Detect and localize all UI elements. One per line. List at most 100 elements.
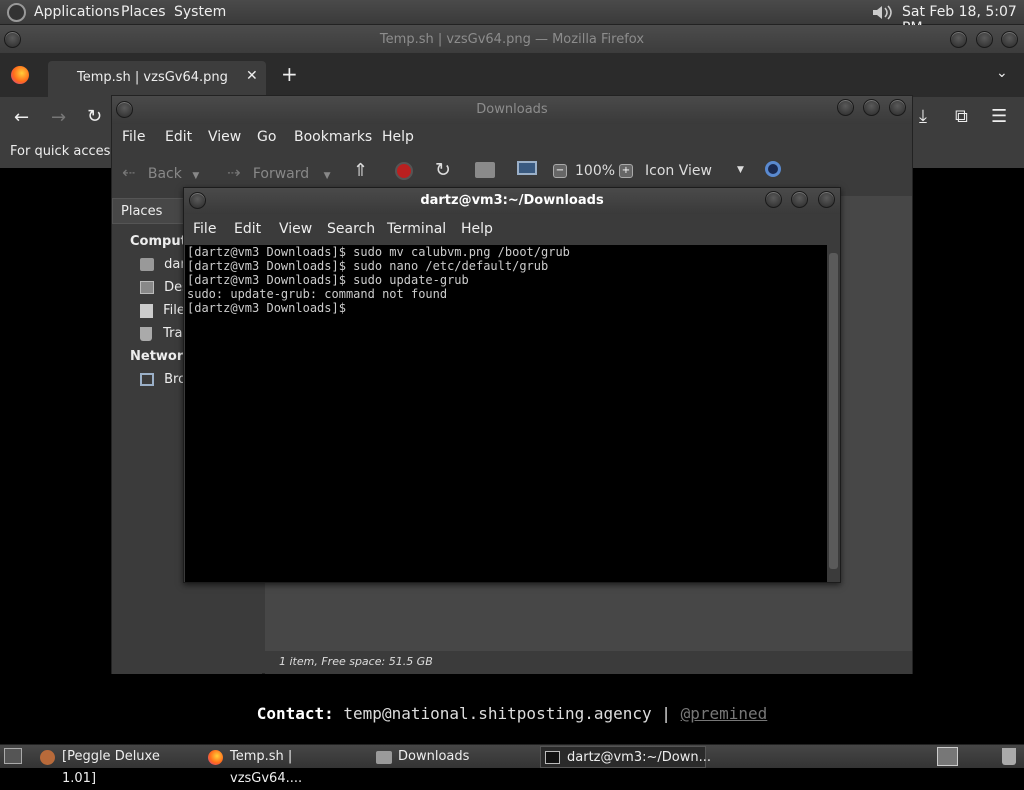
sidebar-item-label: Tra bbox=[163, 326, 183, 341]
window-menu-button[interactable] bbox=[189, 192, 206, 209]
taskbar-item-downloads[interactable]: Downloads bbox=[376, 746, 532, 768]
minimize-button[interactable] bbox=[950, 31, 967, 48]
terminal-output[interactable]: [dartz@vm3 Downloads]$ sudo mv calubvm.p… bbox=[185, 245, 827, 582]
taskbar-item-firefox[interactable]: Temp.sh | vzsGv64.... bbox=[208, 746, 366, 786]
firefox-tab-strip: Temp.sh | vzsGv64.png ✕ + ⌄ bbox=[0, 53, 1024, 97]
view-mode-select[interactable]: Icon View ▼ bbox=[645, 163, 749, 179]
minimize-button[interactable] bbox=[765, 191, 782, 208]
forward-arrow-icon[interactable]: → bbox=[51, 107, 66, 128]
sidebar-item-trash[interactable]: Tra bbox=[140, 326, 182, 341]
sidebar-item-home[interactable]: dar bbox=[140, 257, 186, 272]
terminal-window: dartz@vm3:~/Downloads File Edit View Sea… bbox=[183, 187, 841, 583]
sidebar-section-computer: Comput bbox=[130, 234, 187, 249]
reload-icon[interactable]: ↻ bbox=[435, 159, 451, 181]
menu-view[interactable]: View bbox=[279, 221, 312, 237]
maximize-button[interactable] bbox=[791, 191, 808, 208]
list-all-tabs-icon[interactable]: ⌄ bbox=[996, 65, 1008, 81]
back-button[interactable]: ⇠ Back ▼ bbox=[122, 163, 199, 182]
new-tab-button[interactable]: + bbox=[281, 62, 298, 86]
menu-help[interactable]: Help bbox=[461, 221, 493, 237]
menu-bookmarks[interactable]: Bookmarks bbox=[294, 129, 372, 145]
window-menu-button[interactable] bbox=[116, 101, 133, 118]
menu-view[interactable]: View bbox=[208, 129, 241, 145]
zoom-out-icon[interactable]: − bbox=[553, 164, 567, 178]
search-icon[interactable] bbox=[765, 161, 781, 177]
chevron-down-icon: ▼ bbox=[737, 165, 744, 175]
desktop-icon bbox=[140, 281, 154, 294]
menu-go[interactable]: Go bbox=[257, 129, 276, 145]
sidebar-item-browse-network[interactable]: Bro bbox=[140, 372, 186, 387]
sidebar-item-desktop[interactable]: Des bbox=[140, 280, 189, 295]
tab-close-icon[interactable]: ✕ bbox=[246, 68, 258, 84]
volume-icon[interactable] bbox=[871, 3, 893, 22]
terminal-scrollbar[interactable] bbox=[827, 245, 840, 582]
menu-applications[interactable]: Applications bbox=[34, 4, 120, 20]
extensions-icon[interactable]: ⧉ bbox=[955, 106, 968, 127]
menu-system[interactable]: System bbox=[174, 4, 226, 20]
menu-terminal[interactable]: Terminal bbox=[387, 221, 446, 237]
tab-label: Temp.sh | vzsGv64.png bbox=[77, 70, 228, 85]
home-icon bbox=[140, 258, 154, 271]
menu-file[interactable]: File bbox=[122, 129, 145, 145]
maximize-button[interactable] bbox=[863, 99, 880, 116]
scrollbar-thumb[interactable] bbox=[829, 253, 838, 569]
view-mode-label: Icon View bbox=[645, 163, 712, 179]
zoom-in-icon[interactable]: + bbox=[619, 164, 633, 178]
reload-icon[interactable]: ↻ bbox=[87, 106, 102, 127]
peggle-icon bbox=[40, 750, 55, 765]
trash-icon bbox=[140, 326, 152, 341]
taskbar-item-label: Downloads bbox=[398, 749, 470, 764]
menu-edit[interactable]: Edit bbox=[165, 129, 192, 145]
network-icon bbox=[140, 373, 154, 386]
downloads-icon[interactable]: ⤓ bbox=[919, 106, 927, 127]
bottom-panel: [Peggle Deluxe 1.01] Temp.sh | vzsGv64..… bbox=[0, 744, 1024, 786]
window-menu-button[interactable] bbox=[4, 31, 21, 48]
forward-button[interactable]: ⇢ Forward ▼ bbox=[227, 163, 331, 182]
contact-separator: | bbox=[661, 704, 671, 723]
menu-file[interactable]: File bbox=[193, 221, 216, 237]
minimize-button[interactable] bbox=[837, 99, 854, 116]
taskbar-item-terminal[interactable]: dartz@vm3:~/Down... bbox=[540, 746, 711, 768]
back-arrow-icon: ⇠ bbox=[122, 163, 136, 182]
up-arrow-icon[interactable]: ⇑ bbox=[353, 160, 368, 181]
computer-icon[interactable] bbox=[517, 161, 537, 175]
stop-icon[interactable] bbox=[395, 162, 413, 180]
sidebar-item-filesystem[interactable]: File bbox=[140, 303, 185, 318]
workspace-switcher-icon[interactable] bbox=[937, 747, 958, 766]
chevron-down-icon: ▼ bbox=[323, 171, 331, 181]
close-button[interactable] bbox=[889, 99, 906, 116]
file-manager-menu-bar: File Edit View Go Bookmarks Help bbox=[112, 124, 912, 152]
menu-search[interactable]: Search bbox=[327, 221, 375, 237]
taskbar-item-label: dartz@vm3:~/Down... bbox=[567, 750, 711, 765]
distro-logo-icon[interactable] bbox=[7, 3, 26, 22]
show-desktop-icon[interactable] bbox=[4, 748, 22, 764]
menu-edit[interactable]: Edit bbox=[234, 221, 261, 237]
back-arrow-icon[interactable]: ← bbox=[14, 107, 29, 128]
firefox-logo-icon bbox=[208, 750, 223, 765]
close-button[interactable] bbox=[1001, 31, 1018, 48]
home-folder-icon[interactable] bbox=[475, 162, 495, 178]
taskbar-item-peggle[interactable]: [Peggle Deluxe 1.01] bbox=[40, 746, 196, 786]
tab-temp-sh[interactable]: Temp.sh | vzsGv64.png ✕ bbox=[48, 61, 266, 97]
trash-applet-icon[interactable] bbox=[1002, 748, 1016, 765]
sidebar-header-label: Places bbox=[121, 204, 163, 219]
contact-label: Contact: bbox=[256, 704, 334, 723]
folder-icon bbox=[376, 751, 392, 764]
file-manager-status-bar: 1 item, Free space: 51.5 GB bbox=[265, 651, 912, 674]
menu-help[interactable]: Help bbox=[382, 129, 414, 145]
firefox-title-bar[interactable]: Temp.sh | vzsGv64.png — Mozilla Firefox bbox=[0, 25, 1024, 53]
chevron-down-icon: ▼ bbox=[192, 171, 200, 181]
back-label: Back bbox=[147, 166, 182, 182]
maximize-button[interactable] bbox=[976, 31, 993, 48]
close-button[interactable] bbox=[818, 191, 835, 208]
hamburger-menu-icon[interactable]: ☰ bbox=[991, 106, 1007, 127]
terminal-title-bar[interactable]: dartz@vm3:~/Downloads bbox=[184, 188, 840, 214]
contact-handle-link[interactable]: @premined bbox=[681, 704, 768, 723]
firefox-logo-icon[interactable] bbox=[11, 66, 29, 84]
menu-places[interactable]: Places bbox=[121, 4, 166, 20]
file-manager-title-bar[interactable]: Downloads bbox=[112, 96, 912, 124]
terminal-menu-bar: File Edit View Search Terminal Help bbox=[184, 214, 840, 244]
terminal-line: [dartz@vm3 Downloads]$ sudo mv calubvm.p… bbox=[187, 245, 570, 259]
filesystem-icon bbox=[140, 303, 153, 318]
file-manager-window-title: Downloads bbox=[476, 102, 548, 117]
